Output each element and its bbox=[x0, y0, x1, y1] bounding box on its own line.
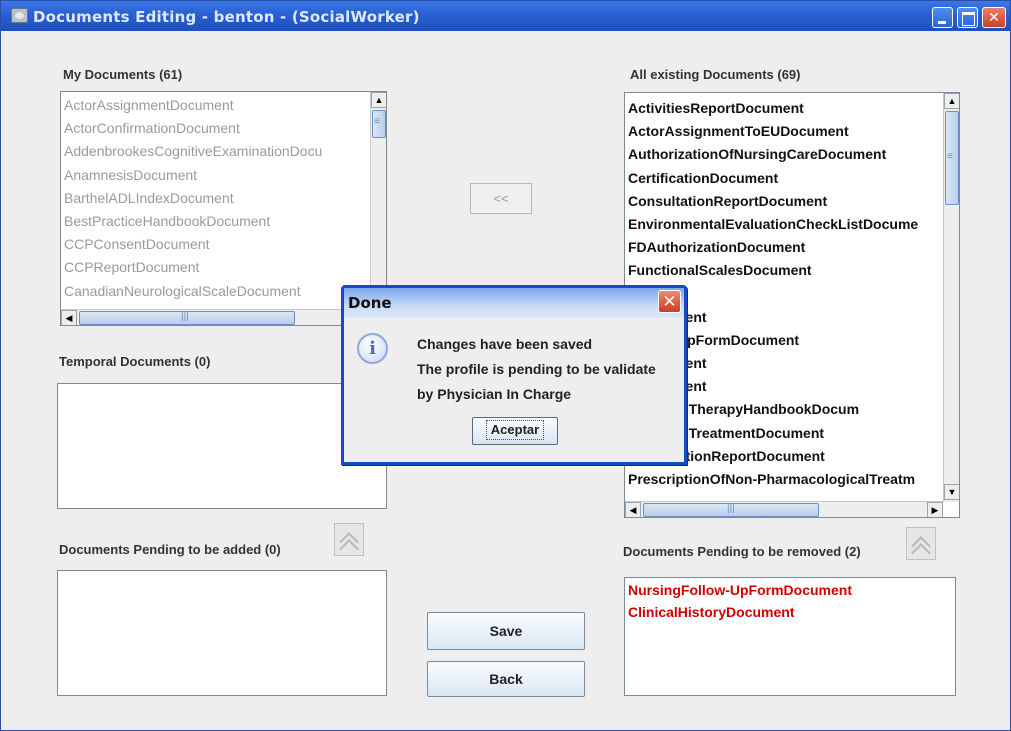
window-titlebar[interactable]: Documents Editing - benton - (SocialWork… bbox=[1, 1, 1010, 31]
grip-icon: ||| bbox=[181, 311, 189, 322]
pending-removed-items: NursingFollow-UpFormDocument ClinicalHist… bbox=[628, 579, 852, 623]
close-button[interactable]: ✕ bbox=[982, 7, 1006, 28]
save-button[interactable]: Save bbox=[427, 612, 585, 650]
move-up-button[interactable] bbox=[906, 527, 936, 563]
dialog-close-button[interactable]: ✕ bbox=[658, 290, 681, 313]
dialog-titlebar[interactable]: Done ✕ bbox=[344, 288, 684, 318]
pending-removed-list-item[interactable]: ClinicalHistoryDocument bbox=[628, 601, 852, 623]
all-documents-list-item[interactable]: FunctionalScalesDocument bbox=[628, 259, 918, 282]
move-to-my-documents-button[interactable]: << bbox=[470, 183, 532, 214]
my-documents-list-item[interactable]: CCPReportDocument bbox=[64, 256, 322, 279]
documents-editing-window: Documents Editing - benton - (SocialWork… bbox=[0, 0, 1011, 731]
dialog-message-line: Changes have been saved bbox=[417, 336, 593, 352]
dialog-title: Done bbox=[348, 294, 392, 312]
my-documents-list-item[interactable]: CCPConsentDocument bbox=[64, 233, 322, 256]
my-documents-list-item[interactable]: AnamnesisDocument bbox=[64, 164, 322, 187]
all-documents-list-item[interactable]: EnvironmentalEvaluationCheckListDocume bbox=[628, 213, 918, 236]
scroll-down-arrow-icon[interactable]: ▼ bbox=[944, 484, 959, 500]
all-documents-list-item[interactable]: FDAuthorizationDocument bbox=[628, 236, 918, 259]
back-button[interactable]: Back bbox=[427, 661, 585, 697]
all-documents-list-item[interactable]: AuthorizationOfNursingCareDocument bbox=[628, 143, 918, 166]
scroll-up-arrow-icon[interactable]: ▲ bbox=[371, 92, 386, 108]
all-documents-list-item[interactable]: ActorAssignmentToEUDocument bbox=[628, 120, 918, 143]
all-documents-label: All existing Documents (69) bbox=[630, 67, 801, 82]
dialog-message-line: by Physician In Charge bbox=[417, 386, 572, 402]
all-documents-list-item[interactable]: CertificationDocument bbox=[628, 167, 918, 190]
my-documents-list-item[interactable]: ActorAssignmentDocument bbox=[64, 94, 322, 117]
move-up-button[interactable] bbox=[334, 523, 364, 559]
dialog-message-line: The profile is pending to be validate bbox=[417, 361, 656, 377]
pending-added-label: Documents Pending to be added (0) bbox=[59, 542, 281, 557]
info-icon: i bbox=[357, 333, 388, 364]
my-documents-list[interactable]: ActorAssignmentDocument ActorConfirmation… bbox=[60, 91, 387, 326]
grip-icon: ≡ bbox=[374, 116, 380, 127]
scroll-right-arrow-icon[interactable]: ▶ bbox=[927, 502, 943, 517]
app-icon bbox=[11, 8, 28, 23]
pending-removed-label: Documents Pending to be removed (2) bbox=[623, 544, 861, 559]
grip-icon: ≡ bbox=[947, 151, 953, 162]
all-documents-vscrollbar[interactable]: ▲ ≡ ▼ bbox=[943, 93, 959, 502]
accept-button[interactable]: Aceptar bbox=[472, 417, 558, 445]
my-documents-list-item[interactable]: AddenbrookesCognitiveExaminationDocu bbox=[64, 140, 322, 163]
scroll-left-arrow-icon[interactable]: ◀ bbox=[61, 310, 77, 325]
all-documents-list-item[interactable]: ConsultationReportDocument bbox=[628, 190, 918, 213]
pending-removed-list-item[interactable]: NursingFollow-UpFormDocument bbox=[628, 579, 852, 601]
temporal-documents-label: Temporal Documents (0) bbox=[59, 354, 211, 369]
all-documents-list-item[interactable]: PrescriptionOfNon-PharmacologicalTreatm bbox=[628, 468, 918, 491]
done-dialog: Done ✕ i Changes have been saved The pro… bbox=[341, 285, 687, 465]
my-documents-items: ActorAssignmentDocument ActorConfirmation… bbox=[64, 94, 322, 303]
grip-icon: ||| bbox=[727, 503, 735, 514]
my-documents-list-item[interactable]: ActorConfirmationDocument bbox=[64, 117, 322, 140]
my-documents-list-item[interactable]: CanadianNeurologicalScaleDocument bbox=[64, 280, 322, 303]
scroll-left-arrow-icon[interactable]: ◀ bbox=[625, 502, 641, 517]
all-documents-list-item[interactable]: ActivitiesReportDocument bbox=[628, 97, 918, 120]
all-documents-hscrollbar[interactable]: ◀ ||| ▶ bbox=[625, 501, 943, 517]
scroll-up-arrow-icon[interactable]: ▲ bbox=[944, 93, 959, 109]
window-title: Documents Editing - benton - (SocialWork… bbox=[33, 8, 420, 26]
my-documents-vscrollbar[interactable]: ▲ ≡ bbox=[370, 92, 386, 310]
accept-button-label: Aceptar bbox=[485, 420, 545, 440]
pending-added-list[interactable] bbox=[57, 570, 387, 696]
maximize-button[interactable] bbox=[957, 7, 978, 28]
my-documents-list-item[interactable]: BarthelADLIndexDocument bbox=[64, 187, 322, 210]
temporal-documents-list[interactable] bbox=[57, 383, 387, 509]
minimize-button[interactable] bbox=[932, 7, 953, 28]
pending-removed-list[interactable]: NursingFollow-UpFormDocument ClinicalHist… bbox=[624, 577, 956, 696]
my-documents-label: My Documents (61) bbox=[63, 67, 183, 82]
my-documents-hscrollbar[interactable]: ◀ ||| bbox=[61, 309, 370, 325]
my-documents-list-item[interactable]: BestPracticeHandbookDocument bbox=[64, 210, 322, 233]
